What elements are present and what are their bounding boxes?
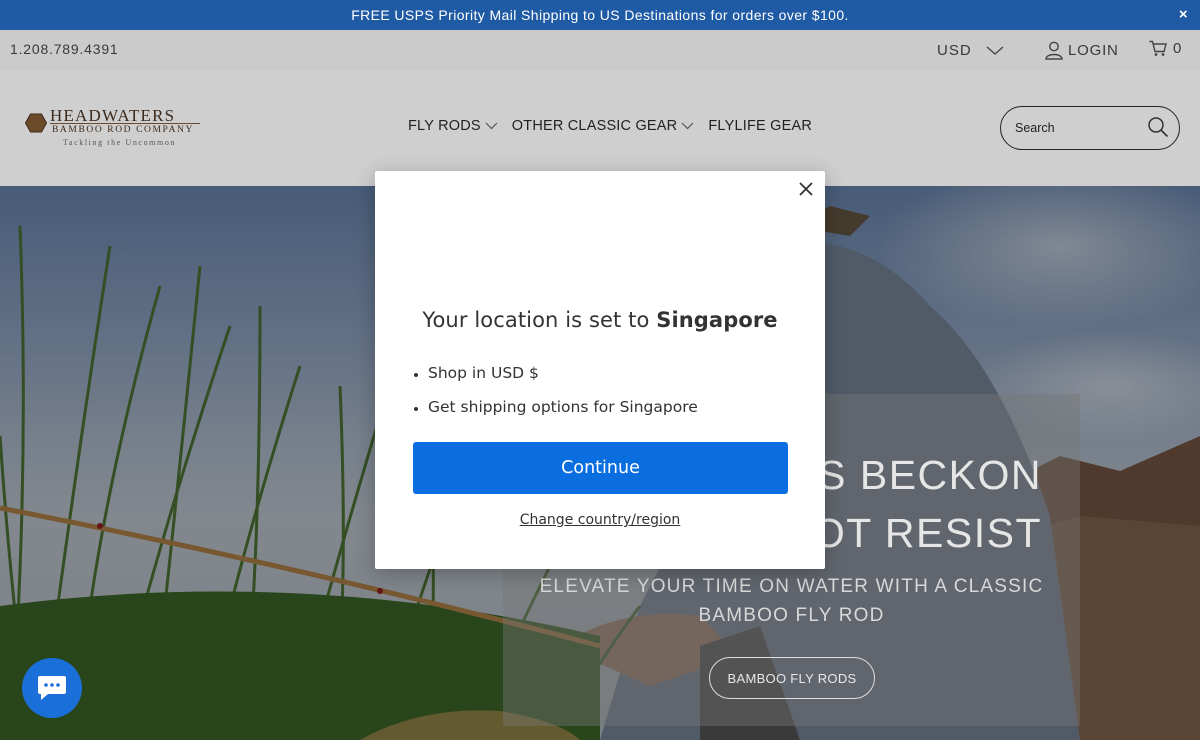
chat-bubble-icon bbox=[38, 676, 66, 700]
continue-button[interactable]: Continue bbox=[413, 442, 788, 494]
modal-title: Your location is set to Singapore bbox=[375, 308, 825, 332]
site-header: HEADWATERS BAMBOO ROD COMPANY Tackling t… bbox=[0, 70, 1200, 186]
nav-item-fly-rods[interactable]: FLY RODS bbox=[408, 118, 498, 134]
list-item: Shop in USD $ bbox=[428, 356, 698, 390]
nav-item-flylife-gear[interactable]: FLYLIFE GEAR bbox=[708, 118, 812, 134]
logo-divider bbox=[50, 123, 200, 124]
cart-link[interactable]: 0 bbox=[1149, 40, 1181, 57]
search-input[interactable] bbox=[1015, 119, 1140, 137]
announcement-text: FREE USPS Priority Mail Shipping to US D… bbox=[351, 7, 849, 23]
chat-button[interactable] bbox=[22, 658, 82, 718]
nav-item-other-classic-gear[interactable]: OTHER CLASSIC GEAR bbox=[512, 118, 695, 134]
utility-bar: 1.208.789.4391 USD LOGIN 0 bbox=[0, 30, 1200, 70]
search-form bbox=[1000, 106, 1180, 150]
change-country-link[interactable]: Change country/region bbox=[375, 512, 825, 528]
main-nav: FLY RODS OTHER CLASSIC GEAR FLYLIFE GEAR bbox=[408, 118, 812, 134]
modal-title-country: Singapore bbox=[656, 308, 778, 332]
currency-selector[interactable]: USD bbox=[937, 42, 1004, 59]
user-icon bbox=[1045, 41, 1063, 60]
hero-subheading: ELEVATE YOUR TIME ON WATER WITH A CLASSI… bbox=[539, 576, 1044, 626]
close-icon[interactable] bbox=[797, 180, 815, 198]
search-icon[interactable] bbox=[1147, 116, 1169, 138]
modal-bullet-list: Shop in USD $ Get shipping options for S… bbox=[428, 356, 698, 424]
phone-number[interactable]: 1.208.789.4391 bbox=[10, 41, 119, 57]
cart-count: 0 bbox=[1173, 40, 1182, 57]
modal-title-prefix: Your location is set to bbox=[422, 308, 657, 332]
login-link[interactable]: LOGIN bbox=[1044, 40, 1119, 60]
logo-subtitle: BAMBOO ROD COMPANY bbox=[52, 125, 194, 135]
chevron-down-icon bbox=[986, 45, 1004, 55]
nav-item-label: FLY RODS bbox=[408, 118, 481, 134]
close-icon[interactable]: × bbox=[1179, 6, 1188, 23]
chevron-down-icon bbox=[485, 122, 498, 130]
login-label: LOGIN bbox=[1068, 41, 1119, 59]
chevron-down-icon bbox=[681, 122, 694, 130]
currency-label: USD bbox=[937, 42, 972, 59]
bamboo-fly-rods-button[interactable]: BAMBOO FLY RODS bbox=[709, 657, 875, 699]
site-logo[interactable]: HEADWATERS BAMBOO ROD COMPANY Tackling t… bbox=[22, 106, 207, 152]
announcement-bar: FREE USPS Priority Mail Shipping to US D… bbox=[0, 0, 1200, 30]
cart-icon bbox=[1149, 40, 1167, 56]
logo-tagline: Tackling the Uncommon bbox=[63, 138, 177, 147]
hexagon-logo-icon bbox=[25, 113, 47, 133]
location-modal: Your location is set to Singapore Shop i… bbox=[375, 171, 825, 569]
nav-item-label: FLYLIFE GEAR bbox=[708, 118, 813, 134]
nav-item-label: OTHER CLASSIC GEAR bbox=[511, 118, 678, 134]
list-item: Get shipping options for Singapore bbox=[428, 390, 698, 424]
